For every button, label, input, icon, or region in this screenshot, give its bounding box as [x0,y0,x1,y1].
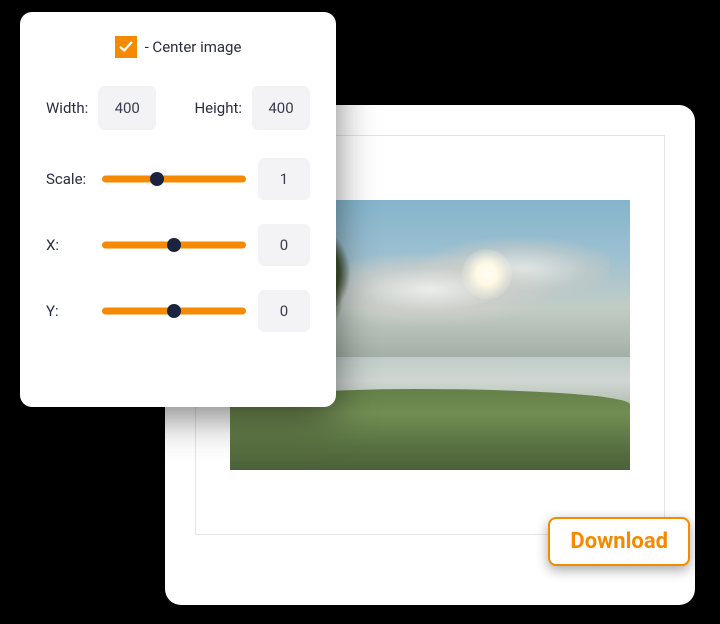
y-value: 0 [258,290,310,332]
download-button[interactable]: Download [548,517,690,566]
dimensions-row: Width: Height: [46,86,310,130]
x-row: X: 0 [46,224,310,266]
y-row: Y: 0 [46,290,310,332]
x-slider[interactable] [102,235,246,255]
height-label: Height: [194,99,242,117]
controls-panel: - Center image Width: Height: Scale: 1 X… [20,12,336,407]
center-image-checkbox[interactable] [115,36,137,58]
center-image-row: - Center image [46,36,310,58]
y-slider[interactable] [102,301,246,321]
center-image-label: - Center image [145,38,242,56]
x-value: 0 [258,224,310,266]
scale-slider[interactable] [102,169,246,189]
width-input[interactable] [98,86,156,130]
height-input[interactable] [252,86,310,130]
scale-label: Scale: [46,170,90,188]
x-label: X: [46,236,90,254]
check-icon [119,40,133,54]
scale-value: 1 [258,158,310,200]
y-slider-thumb[interactable] [167,304,181,318]
y-label: Y: [46,302,90,320]
scale-slider-thumb[interactable] [150,172,164,186]
width-label: Width: [46,99,88,117]
scale-row: Scale: 1 [46,158,310,200]
x-slider-thumb[interactable] [167,238,181,252]
